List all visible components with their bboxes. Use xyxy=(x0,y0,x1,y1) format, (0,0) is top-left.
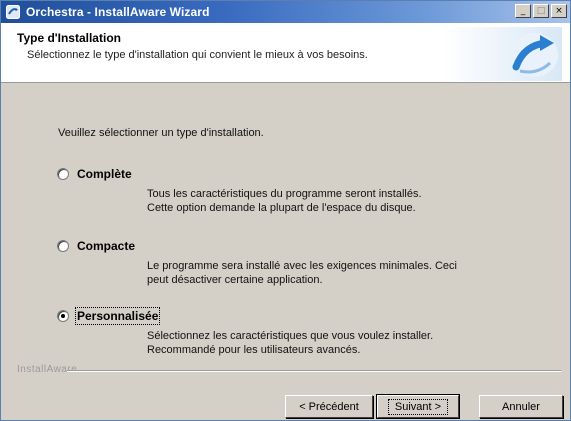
option-compact-description: Le programme sera installé avec les exig… xyxy=(147,259,507,287)
page-title: Type d'Installation xyxy=(17,31,121,45)
option-custom-label[interactable]: Personnalisée xyxy=(74,307,161,325)
option-custom-row[interactable]: Personnalisée xyxy=(57,307,507,325)
option-complete-description: Tous les caractéristiques du programme s… xyxy=(147,187,507,215)
title-bar[interactable]: Orchestra - InstallAware Wizard _ □ × xyxy=(1,1,570,23)
option-complete-desc-line2: Cette option demande la plupart de l'esp… xyxy=(147,202,416,214)
window-controls: _ □ × xyxy=(515,4,567,18)
option-complete[interactable]: Complète Tous les caractéristiques du pr… xyxy=(57,167,507,215)
radio-custom[interactable] xyxy=(57,310,69,322)
cancel-button-label: Annuler xyxy=(502,400,540,413)
close-button[interactable]: × xyxy=(551,4,567,18)
option-custom[interactable]: Personnalisée Sélectionnez les caractéri… xyxy=(57,307,507,357)
installaware-swoosh-logo xyxy=(442,27,562,81)
radio-complete[interactable] xyxy=(57,168,69,180)
maximize-button[interactable]: □ xyxy=(533,4,549,18)
cancel-button[interactable]: Annuler xyxy=(479,395,563,418)
window-title: Orchestra - InstallAware Wizard xyxy=(26,5,210,19)
option-custom-desc-line1: Sélectionnez les caractéristiques que vo… xyxy=(147,330,434,342)
radio-selected-dot xyxy=(61,314,65,318)
wizard-header: Type d'Installation Sélectionnez le type… xyxy=(1,23,570,83)
option-custom-desc-line2: Recommandé pour les utilisateurs avancés… xyxy=(147,344,361,356)
option-complete-label[interactable]: Complète xyxy=(77,167,132,181)
option-custom-description: Sélectionnez les caractéristiques que vo… xyxy=(147,329,507,357)
instruction-text: Veuillez sélectionner un type d'installa… xyxy=(58,127,264,139)
option-complete-row[interactable]: Complète xyxy=(57,167,507,181)
option-compact-label[interactable]: Compacte xyxy=(77,239,135,253)
next-button-label: Suivant > xyxy=(387,398,449,415)
next-button[interactable]: Suivant > xyxy=(376,394,460,419)
installer-app-icon[interactable] xyxy=(5,4,21,20)
option-compact-row[interactable]: Compacte xyxy=(57,239,507,253)
footer-divider xyxy=(67,370,561,372)
installer-window: Orchestra - InstallAware Wizard _ □ × Ty… xyxy=(0,0,571,421)
wizard-body: Veuillez sélectionner un type d'installa… xyxy=(1,84,570,368)
option-compact-desc-line1: Le programme sera installé avec les exig… xyxy=(147,260,457,272)
minimize-button[interactable]: _ xyxy=(515,4,531,18)
page-subtitle: Sélectionnez le type d'installation qui … xyxy=(27,49,368,61)
radio-compact[interactable] xyxy=(57,240,69,252)
back-button[interactable]: < Précédent xyxy=(285,395,373,418)
option-complete-desc-line1: Tous les caractéristiques du programme s… xyxy=(147,188,422,200)
option-compact-desc-line2: peut désactiver certaine application. xyxy=(147,274,323,286)
back-button-label: < Précédent xyxy=(299,400,359,413)
option-compact[interactable]: Compacte Le programme sera installé avec… xyxy=(57,239,507,287)
